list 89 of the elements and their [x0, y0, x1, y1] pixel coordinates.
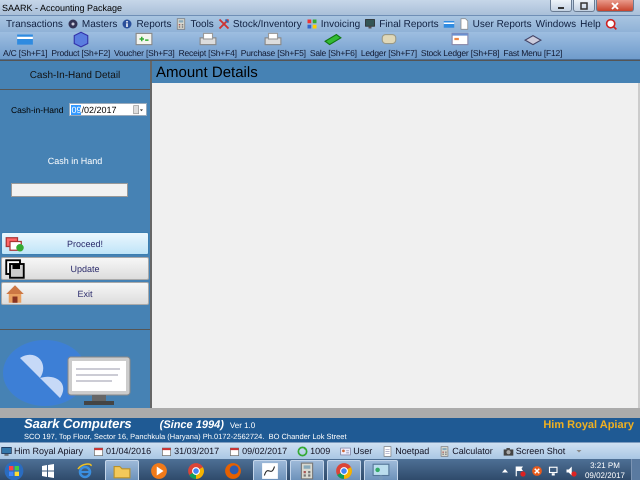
menu-item[interactable]: Windows	[536, 18, 578, 30]
toolbar-button[interactable]: Receipt [Sh+F4]	[176, 30, 239, 59]
action-button[interactable]: Proceed!	[1, 232, 149, 255]
menu-item[interactable]: Transactions	[6, 18, 64, 30]
date-field[interactable]: 09/02/2017	[69, 103, 148, 116]
monitor-icon	[364, 18, 376, 30]
window-title: SAARK - Accounting Package	[1, 2, 122, 12]
chrome-icon	[335, 462, 353, 480]
taskbar-button[interactable]	[253, 460, 287, 480]
status-item[interactable]: 1009	[297, 446, 330, 456]
firefox-icon	[224, 462, 242, 480]
toolbar-button[interactable]: Product [Sh+F2]	[49, 30, 112, 59]
info-icon	[121, 18, 134, 30]
camera-icon	[502, 446, 514, 456]
play-icon	[150, 462, 168, 480]
toolbar-button[interactable]: Ledger [Sh+F7]	[358, 30, 419, 59]
action-button[interactable]: Update	[1, 257, 149, 280]
amount-field[interactable]	[11, 183, 128, 197]
status-item[interactable]: 31/03/2017	[161, 446, 220, 456]
disc-icon	[66, 18, 79, 30]
calculator-icon	[175, 18, 188, 30]
refresh-icon	[297, 446, 308, 456]
speaker-icon	[564, 465, 577, 477]
version-text: Ver 1.0	[230, 420, 256, 432]
calendar-icon	[229, 446, 240, 456]
computer-icon	[1, 446, 12, 456]
toolbar-button[interactable]: A/C [Sh+F1]	[1, 30, 50, 59]
status-item[interactable]: Calculator	[439, 446, 493, 456]
menu-item[interactable]: User Reports	[472, 18, 533, 30]
action-button[interactable]: Exit	[1, 282, 149, 305]
since-text: (Since 1994)	[160, 419, 224, 431]
document-icon	[458, 18, 470, 30]
window-icon	[451, 30, 470, 48]
calendar-dropdown-icon	[132, 105, 144, 115]
menu-item[interactable]: Invoicing	[320, 18, 362, 30]
sheet-icon	[135, 30, 154, 48]
house-icon	[5, 284, 25, 304]
menu-item[interactable]: Tools	[190, 18, 215, 30]
status-item[interactable]: Him Royal Apiary	[1, 446, 84, 456]
field-label: Cash-in-Hand	[11, 104, 64, 114]
browser-icon	[77, 463, 93, 479]
printer-icon	[264, 30, 282, 48]
content-header: Amount Details	[152, 61, 640, 83]
maximize-icon	[580, 2, 588, 10]
toolbar-button[interactable]: Sale [Sh+F6]	[308, 30, 359, 59]
status-item[interactable]: User	[340, 446, 372, 456]
menu-item[interactable]: Help	[580, 18, 602, 30]
printer-icon	[198, 30, 217, 48]
amount-label: Cash in Hand	[46, 156, 104, 166]
toolbar-button[interactable]: Purchase [Sh+F5]	[238, 30, 308, 59]
toolbar-button[interactable]: Fast Menu [F12]	[501, 30, 564, 59]
maximize-button[interactable]	[573, 0, 595, 12]
status-item[interactable]: 09/02/2017	[229, 446, 288, 456]
help-icon	[604, 18, 618, 30]
calculator-icon	[439, 446, 450, 456]
calendar-icon	[161, 446, 172, 456]
menu-item[interactable]: Final Reports	[379, 18, 440, 30]
company-name: Saark Computers	[24, 418, 132, 430]
windows-icon	[40, 463, 56, 479]
floppy-disk-icon	[5, 258, 25, 278]
status-item[interactable]: Screen Shot	[502, 446, 566, 456]
status-item[interactable]: 01/04/2016	[93, 446, 152, 456]
calendar-icon	[93, 446, 104, 456]
user-card-icon	[340, 446, 352, 456]
toolbar-button[interactable]: Stock Ledger [Sh+F8]	[418, 30, 502, 59]
taskbar-button[interactable]	[327, 460, 361, 480]
toolbar-button[interactable]: Voucher [Sh+F3]	[112, 30, 177, 59]
control-panel-icon	[372, 462, 390, 480]
menu-item[interactable]: Stock/Inventory	[232, 18, 303, 30]
panel-header: Cash-In-Hand Detail	[0, 61, 150, 90]
close-button[interactable]	[596, 0, 634, 12]
clock-time: 3:21 PM	[590, 461, 620, 471]
caret-icon	[575, 447, 584, 455]
show-hidden-icon	[500, 467, 509, 475]
box-icon	[72, 30, 90, 48]
client-name: Him Royal Apiary	[543, 418, 634, 433]
menu-item[interactable]: Reports	[136, 18, 172, 30]
close-icon	[611, 2, 619, 10]
signature-icon	[261, 462, 279, 480]
chrome-icon	[187, 462, 205, 480]
clock-date: 09/02/2017	[584, 471, 625, 480]
minimize-button[interactable]	[550, 0, 572, 12]
menu-item[interactable]: Masters	[82, 18, 118, 30]
notepad-icon	[382, 446, 394, 456]
card-icon	[442, 18, 455, 30]
blocked-icon	[530, 465, 543, 477]
network-icon	[548, 465, 560, 477]
calculator-icon	[298, 462, 316, 480]
status-item[interactable]: Noetpad	[382, 446, 430, 456]
